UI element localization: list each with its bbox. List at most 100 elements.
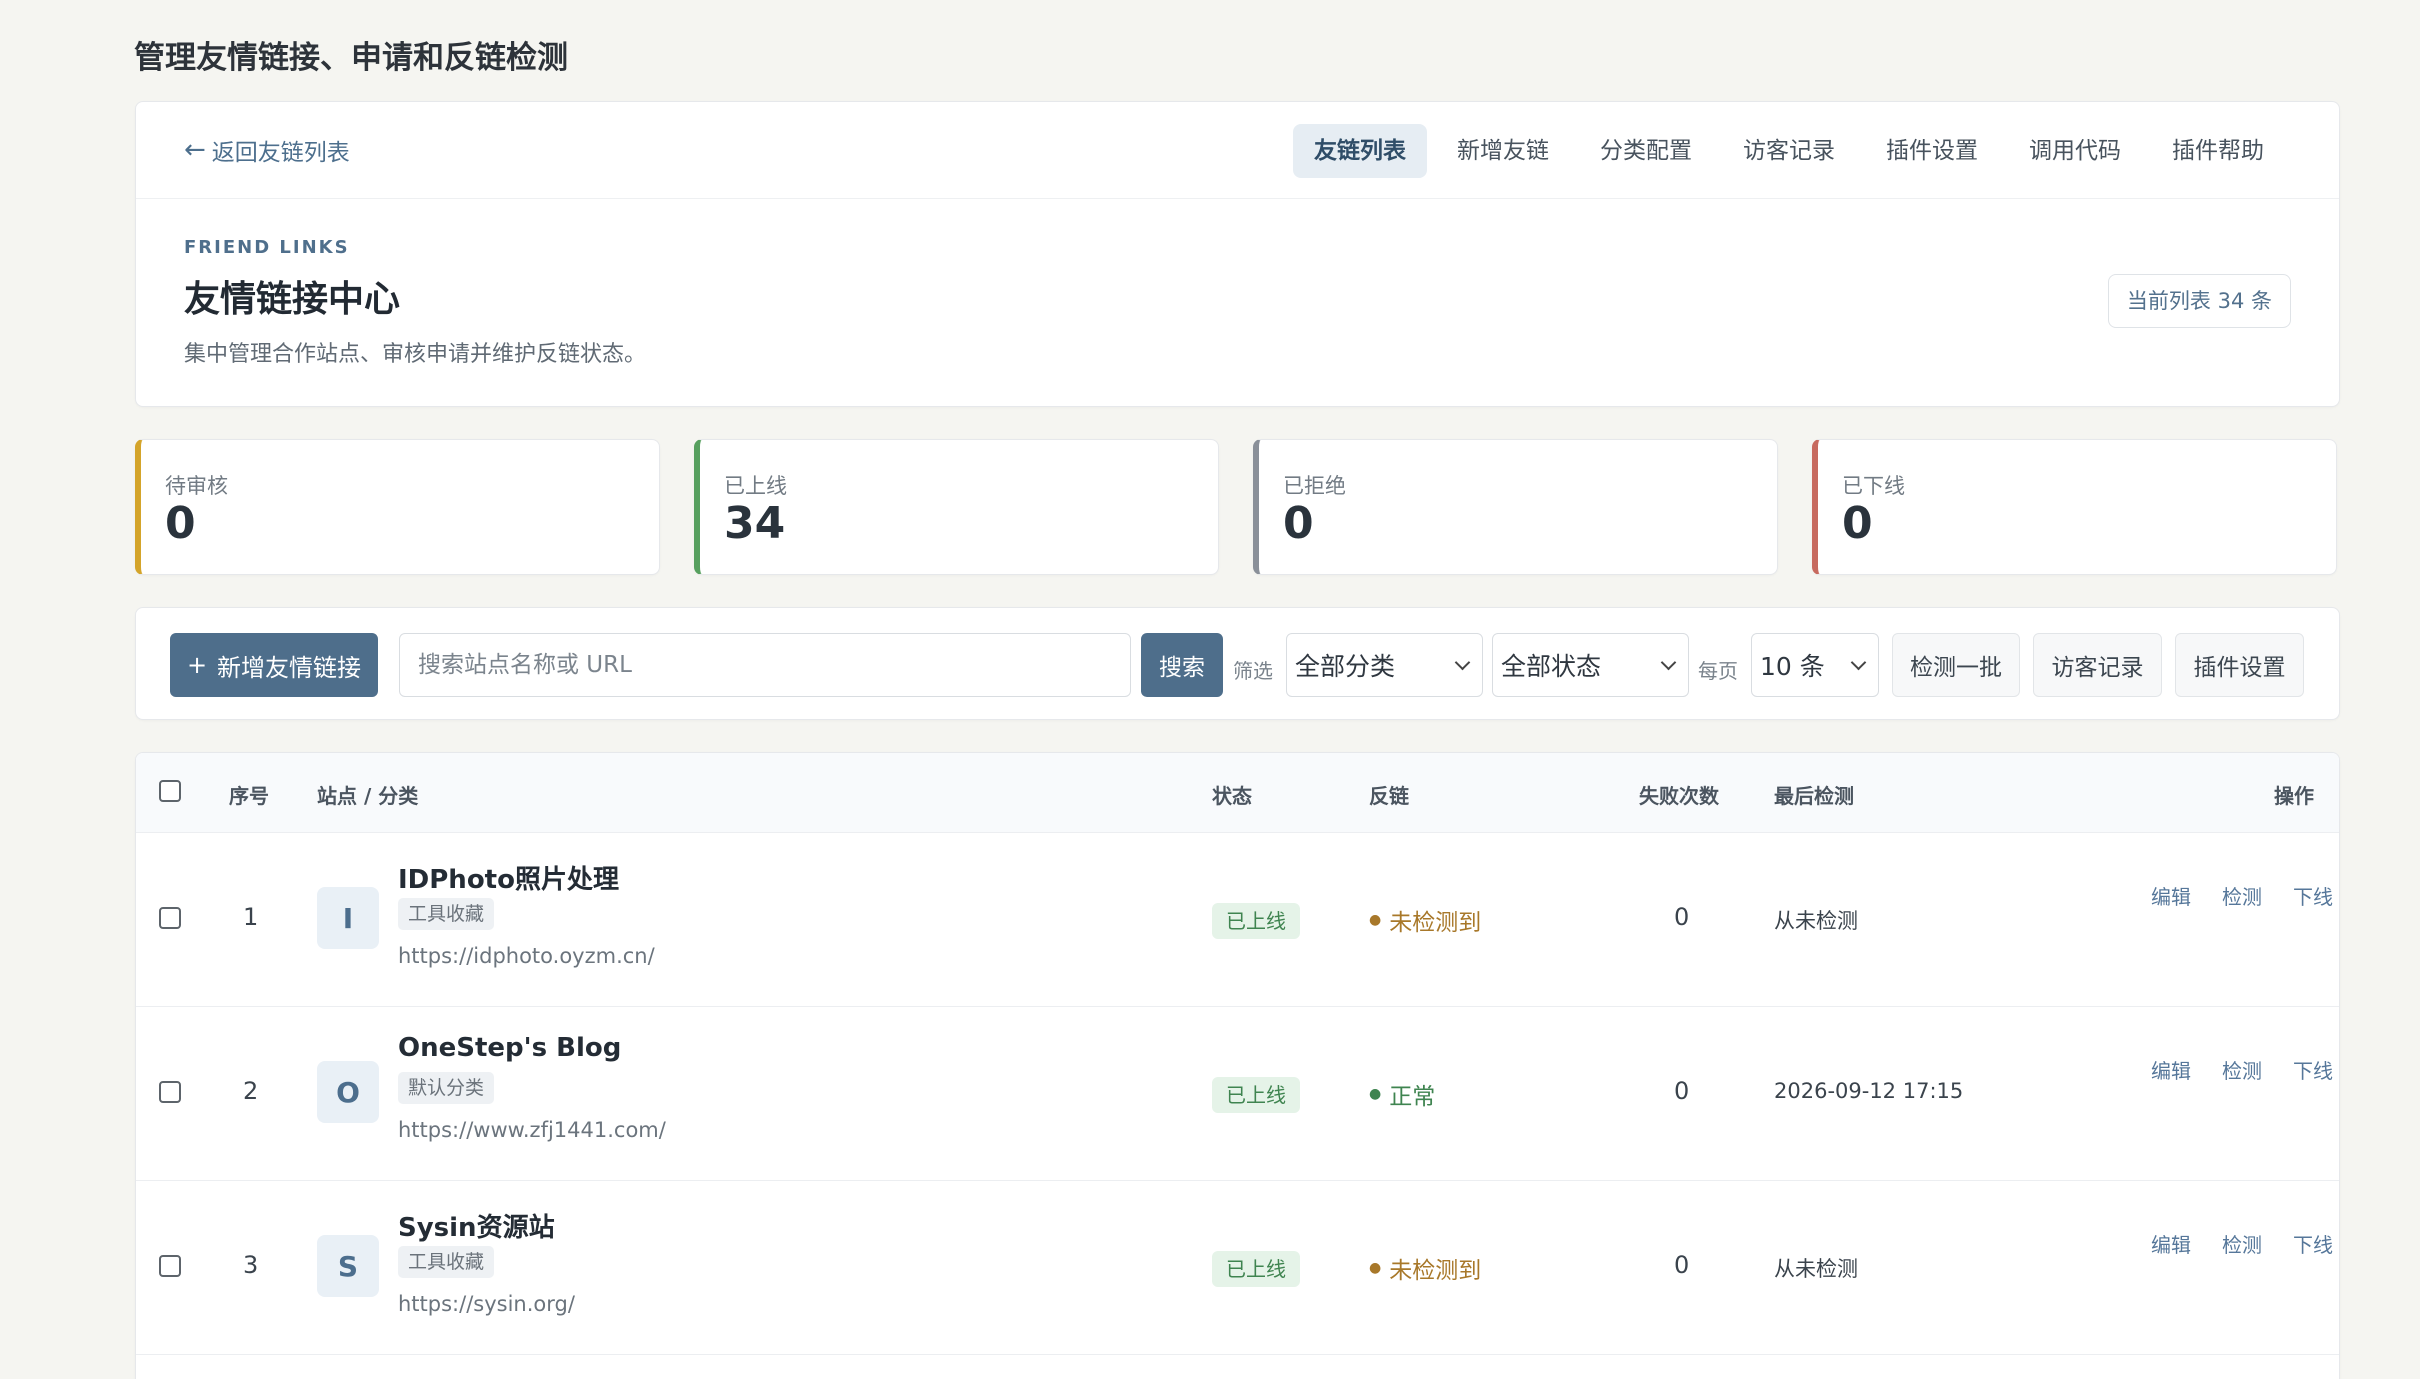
last-check: 2026-09-12 17:15 — [1774, 1079, 1964, 1103]
tab-embed-code[interactable]: 调用代码 — [2008, 124, 2142, 178]
row-index: 3 — [243, 1251, 259, 1279]
plugin-settings-button[interactable]: 插件设置 — [2175, 633, 2304, 697]
top-nav: ← 返回友链列表 友链列表 新增友链 分类配置 访客记录 插件设置 调用代码 插… — [136, 102, 2339, 199]
stat-label: 已拒绝 — [1283, 474, 1346, 498]
site-name: OneStep's Blog — [398, 1033, 622, 1063]
table-row: 2 O OneStep's Blog 默认分类 https://www.zfj1… — [136, 1007, 2339, 1181]
check-link[interactable]: 检测 — [2222, 881, 2262, 910]
category-tag: 工具收藏 — [398, 898, 495, 930]
category-tag: 默认分类 — [398, 1072, 495, 1104]
hero-title: 友情链接中心 — [184, 279, 401, 320]
check-link[interactable]: 检测 — [2222, 1055, 2262, 1084]
tab-plugin-help[interactable]: 插件帮助 — [2151, 124, 2285, 178]
site-name: Sysin资源站 — [398, 1213, 555, 1243]
hero-description: 集中管理合作站点、审核申请并维护反链状态。 — [184, 342, 647, 367]
hero-section: FRIEND LINKS 友情链接中心 集中管理合作站点、审核申请并维护反链状态… — [136, 199, 2339, 368]
last-check: 从未检测 — [1774, 1257, 1858, 1281]
status-badge: 已上线 — [1212, 1251, 1300, 1287]
category-select[interactable]: 全部分类 — [1286, 633, 1483, 697]
links-table: 序号 站点 / 分类 状态 反链 失败次数 最后检测 操作 1 I IDPhot… — [135, 752, 2340, 1379]
row-checkbox[interactable] — [159, 1255, 181, 1277]
chevron-down-icon — [1454, 654, 1471, 670]
backlink-status-text: 未检测到 — [1389, 1258, 1482, 1284]
offline-link[interactable]: 下线 — [2293, 1229, 2333, 1258]
status-select[interactable]: 全部状态 — [1492, 633, 1689, 697]
stat-label: 待审核 — [165, 474, 228, 498]
row-index: 2 — [243, 1077, 259, 1105]
stat-card-offline: 已下线 0 — [1812, 439, 2337, 575]
header-last-check: 最后检测 — [1774, 784, 1854, 808]
tab-category-config[interactable]: 分类配置 — [1579, 124, 1713, 178]
chevron-down-icon — [1850, 654, 1867, 670]
tab-visitor-log[interactable]: 访客记录 — [1722, 124, 1856, 178]
check-link[interactable]: 检测 — [2222, 1229, 2262, 1258]
avatar: I — [317, 887, 379, 949]
status-dot-icon: ● — [1369, 1086, 1382, 1102]
site-url[interactable]: https://www.zfj1441.com/ — [398, 1118, 666, 1142]
fail-count: 0 — [1674, 903, 1690, 931]
stat-card-pending: 待审核 0 — [135, 439, 660, 575]
tab-link-list[interactable]: 友链列表 — [1293, 124, 1427, 178]
edit-link[interactable]: 编辑 — [2151, 881, 2191, 910]
backlink-status: ● 未检测到 — [1369, 1251, 1481, 1285]
header-site: 站点 / 分类 — [317, 784, 419, 808]
add-link-label: 新增友情链接 — [217, 653, 362, 682]
last-check: 从未检测 — [1774, 909, 1858, 933]
stat-card-rejected: 已拒绝 0 — [1253, 439, 1778, 575]
stat-value: 0 — [165, 498, 196, 549]
arrow-left-icon: ← — [184, 135, 206, 165]
select-all-checkbox[interactable] — [159, 780, 181, 802]
per-page-select[interactable]: 10 条 — [1751, 633, 1879, 697]
category-tag: 工具收藏 — [398, 1246, 495, 1278]
row-checkbox[interactable] — [159, 1081, 181, 1103]
back-link-label: 返回友链列表 — [211, 140, 350, 166]
fail-count: 0 — [1674, 1251, 1690, 1279]
site-url[interactable]: https://sysin.org/ — [398, 1292, 575, 1316]
per-page-label: 每页 — [1698, 659, 1738, 683]
check-batch-button[interactable]: 检测一批 — [1892, 633, 2020, 697]
stat-value: 0 — [1842, 498, 1873, 549]
stat-value: 34 — [724, 498, 786, 549]
plus-icon: + — [186, 651, 208, 679]
nav-tabs: 友链列表 新增友链 分类配置 访客记录 插件设置 调用代码 插件帮助 — [1284, 124, 2285, 178]
stat-value: 0 — [1283, 498, 1314, 549]
status-badge: 已上线 — [1212, 903, 1300, 939]
add-link-button[interactable]: + 新增友情链接 — [170, 633, 378, 697]
status-badge: 已上线 — [1212, 1077, 1300, 1113]
tab-plugin-settings[interactable]: 插件设置 — [1865, 124, 1999, 178]
edit-link[interactable]: 编辑 — [2151, 1229, 2191, 1258]
edit-link[interactable]: 编辑 — [2151, 1055, 2191, 1084]
stat-label: 已上线 — [724, 474, 787, 498]
offline-link[interactable]: 下线 — [2293, 1055, 2333, 1084]
filter-label: 筛选 — [1233, 659, 1273, 683]
site-name: IDPhoto照片处理 — [398, 865, 619, 895]
status-select-value: 全部状态 — [1501, 652, 1602, 681]
status-dot-icon: ● — [1369, 1260, 1382, 1276]
toolbar: + 新增友情链接 搜索 筛选 全部分类 全部状态 每页 10 条 检测一批 访客… — [135, 607, 2340, 720]
per-page-select-value: 10 条 — [1760, 652, 1825, 681]
table-row: 3 S Sysin资源站 工具收藏 https://sysin.org/ 已上线… — [136, 1181, 2339, 1355]
tab-add-link[interactable]: 新增友链 — [1436, 124, 1570, 178]
avatar: S — [317, 1235, 379, 1297]
chevron-down-icon — [1660, 654, 1677, 670]
page-title: 管理友情链接、申请和反链检测 — [134, 40, 568, 76]
hero-eyebrow: FRIEND LINKS — [184, 237, 350, 258]
table-header: 序号 站点 / 分类 状态 反链 失败次数 最后检测 操作 — [136, 753, 2339, 833]
fail-count: 0 — [1674, 1077, 1690, 1105]
back-to-list-link[interactable]: ← 返回友链列表 — [184, 133, 350, 167]
category-select-value: 全部分类 — [1295, 652, 1396, 681]
row-checkbox[interactable] — [159, 907, 181, 929]
search-input[interactable] — [399, 633, 1131, 697]
backlink-status-text: 未检测到 — [1389, 910, 1482, 936]
backlink-status: ● 正常 — [1369, 1077, 1435, 1111]
site-url[interactable]: https://idphoto.oyzm.cn/ — [398, 944, 655, 968]
search-button[interactable]: 搜索 — [1141, 633, 1223, 697]
header-index: 序号 — [229, 784, 269, 808]
stat-card-online: 已上线 34 — [694, 439, 1219, 575]
stat-label: 已下线 — [1842, 474, 1905, 498]
header-actions: 操作 — [2274, 784, 2314, 808]
visitor-log-button[interactable]: 访客记录 — [2033, 633, 2162, 697]
header-backlink: 反链 — [1369, 784, 1409, 808]
offline-link[interactable]: 下线 — [2293, 881, 2333, 910]
backlink-status-text: 正常 — [1389, 1084, 1436, 1110]
